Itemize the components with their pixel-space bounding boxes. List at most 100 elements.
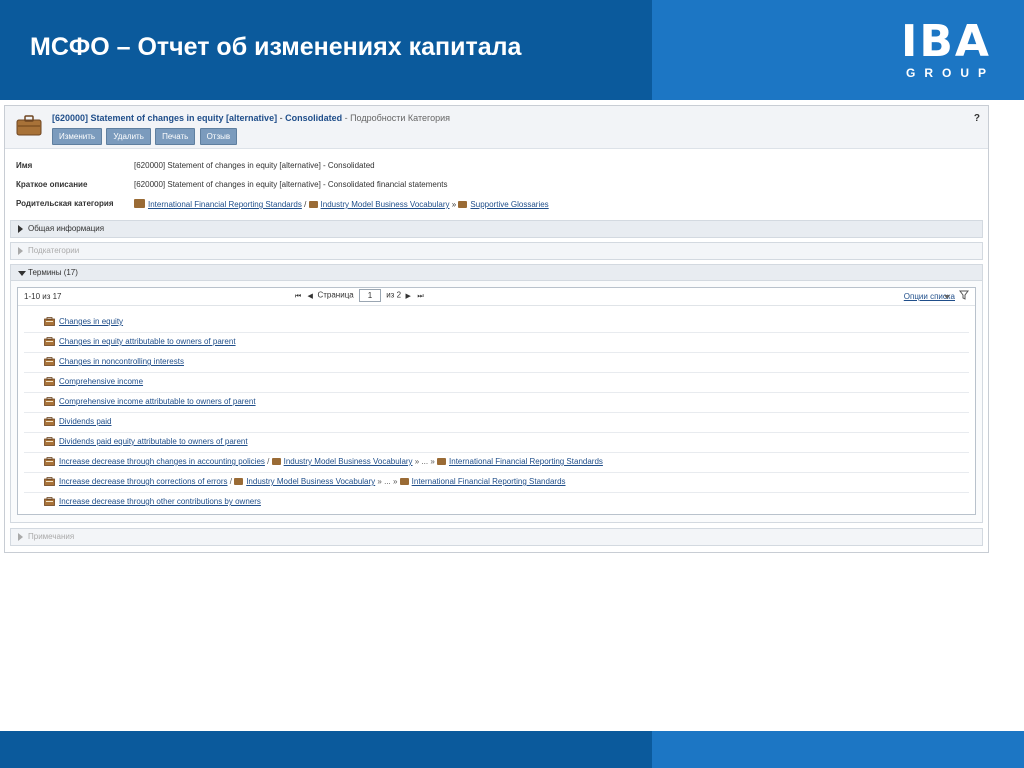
briefcase-icon	[271, 458, 281, 465]
briefcase-icon	[308, 201, 318, 208]
briefcase-icon	[458, 201, 468, 208]
briefcase-icon	[16, 115, 42, 136]
expand-arrow-icon	[18, 225, 23, 233]
category-name-tail: Consolidated	[285, 113, 343, 123]
parent-link-glossaries[interactable]: Supportive Glossaries	[470, 200, 548, 209]
term-content: Increase decrease through corrections of…	[59, 477, 566, 486]
term-content: Increase decrease through changes in acc…	[59, 457, 603, 466]
terms-list: 1-10 из 17 ⏮ ◀ Страница 1 из 2 ▶ ⏭ Опции…	[17, 287, 976, 515]
list-item: Comprehensive income attributable to own…	[24, 393, 969, 413]
briefcase-icon	[234, 478, 244, 485]
section-label: Термины (17)	[28, 268, 78, 277]
term-link[interactable]: Dividends paid equity attributable to ow…	[59, 437, 248, 446]
next-page-icon[interactable]: ▶	[403, 292, 413, 300]
briefcase-icon	[437, 458, 447, 465]
logo-main: IBA	[901, 16, 991, 67]
term-content: Changes in equity	[59, 317, 123, 326]
breadcrumb: - Подробности Категория	[342, 113, 450, 123]
term-icon	[44, 477, 55, 486]
expand-arrow-icon	[18, 533, 23, 541]
category-title: [620000] Statement of changes in equity …	[52, 113, 450, 123]
section-subcategories: Подкатегории	[10, 242, 983, 260]
pager: ⏮ ◀ Страница 1 из 2 ▶ ⏭	[293, 289, 425, 302]
page-total: из 2	[386, 290, 402, 300]
term-icon	[44, 457, 55, 466]
terms-panel: 1-10 из 17 ⏮ ◀ Страница 1 из 2 ▶ ⏭ Опции…	[10, 280, 983, 523]
last-page-icon[interactable]: ⏭	[415, 293, 425, 301]
collapse-arrow-icon	[18, 271, 26, 276]
first-page-icon[interactable]: ⏮	[293, 293, 303, 301]
parent-label: Родительская категория	[16, 199, 114, 208]
name-value: [620000] Statement of changes in equity …	[134, 161, 375, 170]
term-icon	[44, 317, 55, 326]
property-name: Имя [620000] Statement of changes in equ…	[16, 158, 976, 177]
properties-panel: Имя [620000] Statement of changes in equ…	[16, 158, 976, 215]
term-link[interactable]: Increase decrease through changes in acc…	[59, 457, 265, 466]
help-icon[interactable]: ?	[974, 113, 980, 124]
term-content: Dividends paid equity attributable to ow…	[59, 437, 248, 446]
term-icon	[44, 417, 55, 426]
list-item: Increase decrease through changes in acc…	[24, 453, 969, 473]
term-content: Comprehensive income	[59, 377, 143, 386]
list-item: Increase decrease through corrections of…	[24, 473, 969, 493]
parent-link-vocabulary[interactable]: Industry Model Business Vocabulary	[321, 200, 450, 209]
section-general-info[interactable]: Общая информация	[10, 220, 983, 238]
pager-bar: 1-10 из 17 ⏮ ◀ Страница 1 из 2 ▶ ⏭ Опции…	[18, 288, 975, 306]
briefcase-icon	[134, 199, 145, 208]
description-value: [620000] Statement of changes in equity …	[134, 180, 448, 189]
toolbar: Изменить Удалить Печать Отзыв	[52, 128, 239, 145]
details-header: [620000] Statement of changes in equity …	[5, 106, 988, 149]
term-content: Comprehensive income attributable to own…	[59, 397, 256, 406]
category-code: [620000] Statement of changes in equity …	[52, 113, 278, 123]
term-icon	[44, 397, 55, 406]
section-label: Подкатегории	[28, 246, 80, 255]
feedback-button[interactable]: Отзыв	[199, 128, 238, 145]
path-link-ifrs[interactable]: International Financial Reporting Standa…	[412, 477, 566, 486]
section-label: Общая информация	[28, 224, 105, 233]
property-parent: Родительская категория International Fin…	[16, 196, 976, 215]
slide-title: МСФО – Отчет об изменениях капитала	[30, 33, 522, 61]
edit-button[interactable]: Изменить	[52, 128, 103, 145]
path-ellipsis: » ... »	[412, 457, 438, 466]
path-separator: /	[264, 457, 272, 466]
title-separator: -	[277, 113, 286, 123]
path-link-vocabulary[interactable]: Industry Model Business Vocabulary	[284, 457, 413, 466]
terms-rows: Changes in equity Changes in equity attr…	[24, 313, 969, 512]
list-item: Comprehensive income	[24, 373, 969, 393]
section-label: Примечания	[28, 532, 75, 541]
path-link-ifrs[interactable]: International Financial Reporting Standa…	[449, 457, 603, 466]
path-separator: /	[227, 477, 235, 486]
name-label: Имя	[16, 161, 33, 170]
term-link[interactable]: Comprehensive income	[59, 377, 143, 386]
slide-footer	[0, 731, 1024, 768]
path-link-vocabulary[interactable]: Industry Model Business Vocabulary	[246, 477, 375, 486]
delete-button[interactable]: Удалить	[106, 128, 151, 145]
print-button[interactable]: Печать	[155, 128, 196, 145]
list-item: Changes in equity attributable to owners…	[24, 333, 969, 353]
category-details-window: [620000] Statement of changes in equity …	[4, 105, 989, 553]
term-content: Changes in noncontrolling interests	[59, 357, 184, 366]
term-content: Dividends paid	[59, 417, 111, 426]
term-link[interactable]: Comprehensive income attributable to own…	[59, 397, 256, 406]
property-description: Краткое описание [620000] Statement of c…	[16, 177, 976, 196]
filter-icon[interactable]	[959, 290, 969, 300]
record-count: 1-10 из 17	[24, 292, 62, 301]
term-link[interactable]: Increase decrease through corrections of…	[59, 477, 228, 486]
term-link[interactable]: Dividends paid	[59, 417, 111, 426]
term-icon	[44, 337, 55, 346]
term-icon	[44, 377, 55, 386]
term-link[interactable]: Changes in noncontrolling interests	[59, 357, 184, 366]
term-link[interactable]: Changes in equity attributable to owners…	[59, 337, 236, 346]
list-item: Dividends paid	[24, 413, 969, 433]
term-link[interactable]: Increase decrease through other contribu…	[59, 497, 261, 506]
term-icon	[44, 357, 55, 366]
chevron-down-icon[interactable]	[944, 295, 950, 299]
parent-link-ifrs[interactable]: International Financial Reporting Standa…	[148, 200, 302, 209]
slide-header: МСФО – Отчет об изменениях капитала IBA …	[0, 0, 1024, 100]
prev-page-icon[interactable]: ◀	[305, 292, 315, 300]
term-link[interactable]: Changes in equity	[59, 317, 123, 326]
page-number-input[interactable]: 1	[358, 289, 381, 302]
term-content: Changes in equity attributable to owners…	[59, 337, 236, 346]
term-icon	[44, 497, 55, 506]
description-label: Краткое описание	[16, 180, 88, 189]
